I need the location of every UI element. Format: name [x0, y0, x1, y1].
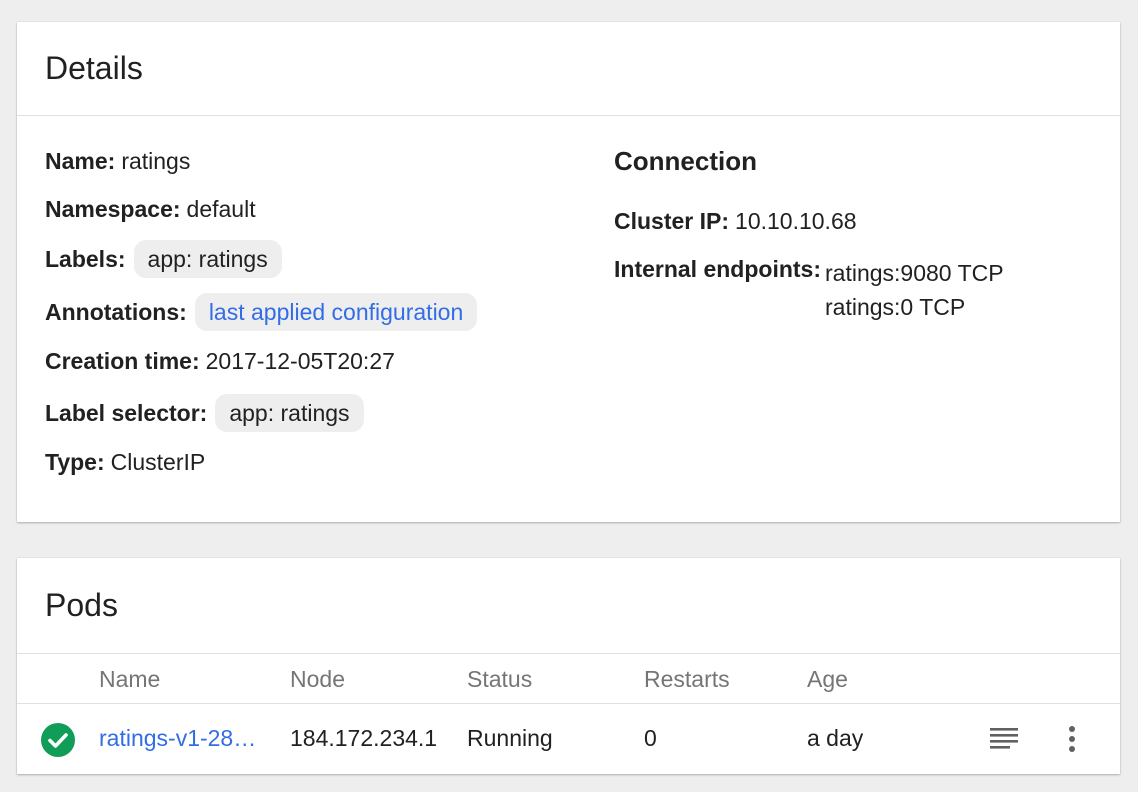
last-applied-configuration-link[interactable]: last applied configuration: [194, 293, 478, 331]
endpoint-item: ratings:0 TCP: [825, 294, 966, 320]
table-row: ratings-v1-28… 184.172.234.1 Running 0 a…: [17, 705, 1120, 773]
column-header-node[interactable]: Node: [290, 666, 345, 693]
namespace-value: default: [186, 196, 256, 222]
cluster-ip-key: Cluster IP:: [614, 208, 730, 234]
logs-icon[interactable]: [986, 721, 1022, 757]
cluster-ip-value: 10.10.10.68: [735, 208, 857, 234]
check-circle-icon: [41, 723, 75, 757]
name-value: ratings: [121, 148, 191, 174]
internal-endpoints-list: ratings:9080 TCP ratings:0 TCP: [825, 256, 1004, 324]
labels-key: Labels:: [45, 246, 126, 272]
cluster-ip-property: Cluster IP: 10.10.10.68: [614, 206, 857, 236]
details-header: Details: [17, 22, 1120, 116]
label-selector-chip: app: ratings: [215, 394, 364, 432]
label-selector-property: Label selector: app: ratings: [45, 394, 364, 432]
type-value: ClusterIP: [110, 449, 206, 475]
type-property: Type: ClusterIP: [45, 447, 205, 477]
pod-restarts: 0: [644, 725, 657, 751]
pods-title: Pods: [45, 587, 118, 623]
pod-age: a day: [807, 725, 864, 751]
internal-endpoints-key: Internal endpoints:: [614, 256, 821, 282]
pod-name-link[interactable]: ratings-v1-28…: [99, 725, 264, 752]
annotations-property: Annotations: last applied configuration: [45, 293, 478, 331]
pod-status: Running: [467, 725, 553, 751]
internal-endpoints-property: Internal endpoints:: [614, 254, 821, 284]
connection-title: Connection: [614, 146, 757, 176]
creation-time-value: 2017-12-05T20:27: [205, 348, 395, 374]
column-header-status[interactable]: Status: [467, 666, 532, 693]
endpoint-item: ratings:9080 TCP: [825, 260, 1004, 286]
details-title: Details: [45, 50, 143, 86]
details-card: Details Name: ratings Namespace: default…: [17, 22, 1120, 522]
namespace-key: Namespace:: [45, 196, 181, 222]
label-selector-key: Label selector:: [45, 400, 208, 426]
pod-node: 184.172.234.1: [290, 725, 438, 751]
namespace-property: Namespace: default: [45, 194, 256, 224]
name-key: Name:: [45, 148, 116, 174]
column-header-name[interactable]: Name: [99, 666, 160, 693]
column-header-age[interactable]: Age: [807, 666, 848, 693]
column-header-restarts[interactable]: Restarts: [644, 666, 730, 693]
label-chip: app: ratings: [133, 240, 282, 278]
type-key: Type:: [45, 449, 105, 475]
annotations-key: Annotations:: [45, 299, 187, 325]
name-property: Name: ratings: [45, 146, 190, 176]
more-vert-icon[interactable]: [1054, 721, 1090, 757]
creation-time-key: Creation time:: [45, 348, 200, 374]
pods-card: Pods Name Node Status Restarts Age ratin…: [17, 558, 1120, 774]
pods-table-header: Name Node Status Restarts Age: [17, 654, 1120, 704]
labels-property: Labels: app: ratings: [45, 240, 282, 278]
creation-time-property: Creation time: 2017-12-05T20:27: [45, 346, 395, 376]
pods-header: Pods: [17, 558, 1120, 654]
